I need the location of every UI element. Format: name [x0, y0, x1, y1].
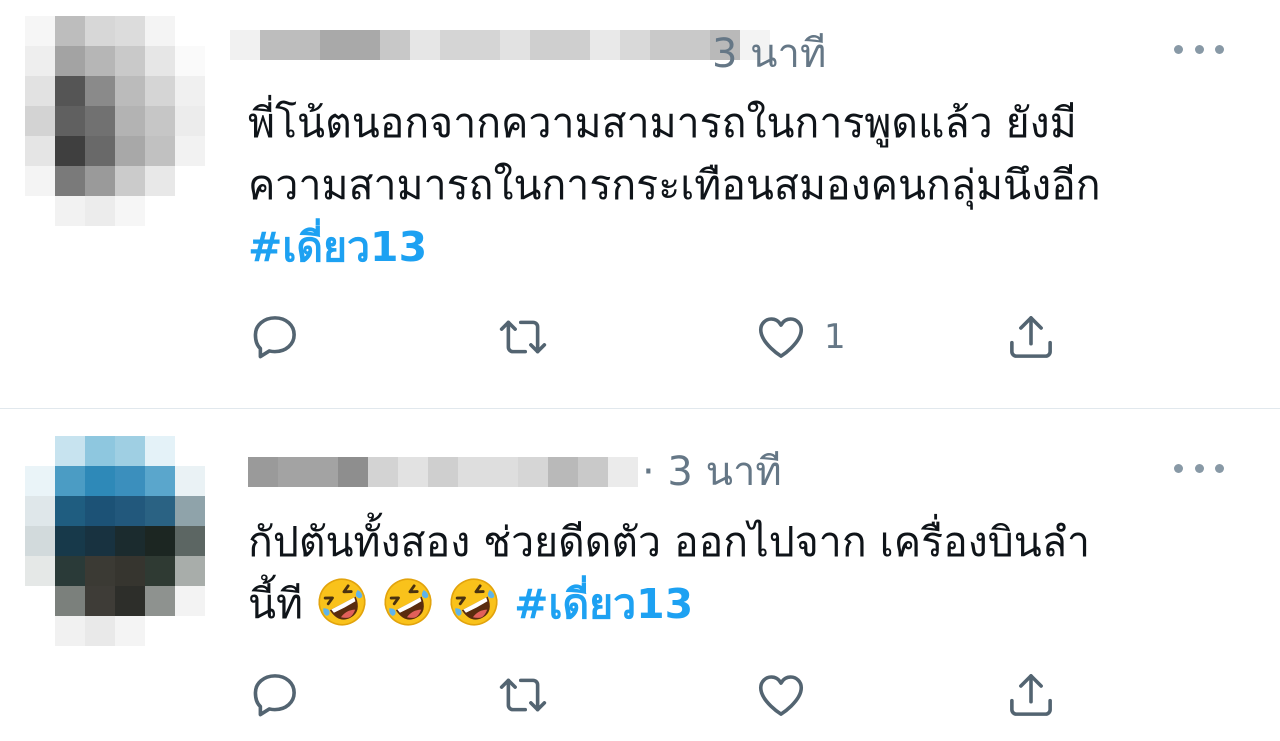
- author-name-redacted[interactable]: [248, 457, 638, 487]
- retweet-button[interactable]: [496, 307, 550, 367]
- rolling-on-floor-laughing-emoji: [384, 578, 432, 626]
- more-icon[interactable]: [1174, 462, 1224, 474]
- heart-icon: [758, 317, 804, 358]
- hashtag-link[interactable]: #เดี่ยว13: [514, 580, 693, 628]
- reply-icon: [253, 316, 296, 359]
- emoji-group: [316, 578, 514, 628]
- retweet-icon: [499, 320, 547, 354]
- tweet-text: กัปตันทั้งสอง ช่วยดีดตัว ออกไปจาก เครื่อ…: [248, 511, 1090, 635]
- avatar[interactable]: [25, 436, 205, 646]
- tweet-text-line: พี่โน้ตนอกจากความสามารถในการพูดแล้ว ยังม…: [248, 99, 1077, 147]
- share-button[interactable]: [1004, 307, 1058, 367]
- like-count: 1: [824, 317, 846, 357]
- share-icon: [1010, 674, 1052, 716]
- tweet-timestamp[interactable]: · 3 นาที: [642, 452, 782, 492]
- tweet-text-line: นี้ที: [248, 580, 304, 628]
- like-button[interactable]: [754, 665, 824, 725]
- tweet-actions: 1: [248, 307, 1068, 367]
- reply-button[interactable]: [248, 665, 302, 725]
- share-button[interactable]: [1004, 665, 1058, 725]
- tweet-text-line: กัปตันทั้งสอง ช่วยดีดตัว ออกไปจาก เครื่อ…: [248, 518, 1090, 566]
- retweet-icon: [499, 678, 547, 712]
- tweet-actions: [248, 665, 1068, 725]
- tweet-2[interactable]: · 3 นาที กัปตันทั้งสอง ช่วยดีดตัว ออกไปจ…: [0, 409, 1280, 741]
- tweet-text: พี่โน้ตนอกจากความสามารถในการพูดแล้ว ยังม…: [248, 92, 1101, 278]
- heart-icon: [758, 675, 804, 716]
- reply-icon: [253, 674, 296, 717]
- author-name-redacted[interactable]: [230, 30, 770, 60]
- rolling-on-floor-laughing-emoji: [318, 578, 366, 626]
- hashtag-link[interactable]: #เดี่ยว13: [248, 223, 427, 271]
- share-icon: [1010, 316, 1052, 358]
- tweet-text-line: ความสามารถในการกระเทือนสมองคนกลุ่มนึงอีก: [248, 161, 1101, 209]
- retweet-button[interactable]: [496, 665, 550, 725]
- tweet-timestamp[interactable]: 3 นาที: [712, 34, 826, 74]
- tweet-1[interactable]: 3 นาที พี่โน้ตนอกจากความสามารถในการพูดแล…: [0, 0, 1280, 408]
- avatar[interactable]: [25, 16, 205, 226]
- more-icon[interactable]: [1174, 43, 1224, 55]
- reply-button[interactable]: [248, 307, 302, 367]
- rolling-on-floor-laughing-emoji: [450, 578, 498, 626]
- like-button[interactable]: 1: [754, 307, 846, 367]
